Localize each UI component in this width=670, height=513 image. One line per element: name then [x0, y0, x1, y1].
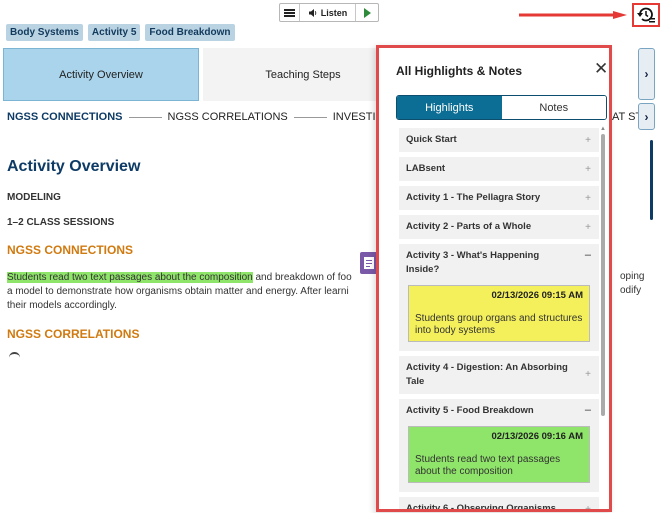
hamburger-icon[interactable] — [280, 4, 300, 21]
highlight-timestamp: 02/13/2026 09:15 AM — [491, 290, 583, 301]
accordion-title: LABsent — [406, 163, 446, 174]
steps-next-button[interactable]: › — [638, 103, 655, 130]
step-ngss-correlations[interactable]: NGSS CORRELATIONS — [168, 111, 288, 123]
close-icon[interactable]: ✕ — [594, 60, 608, 77]
panel-tabs: Highlights Notes — [396, 95, 607, 120]
expand-icon[interactable]: + — [585, 134, 591, 148]
loading-icon — [9, 352, 20, 363]
paragraph-text: their models accordingly. — [7, 300, 117, 311]
overview-paragraph: Students read two text passages about th… — [7, 271, 377, 313]
breadcrumb-item[interactable]: Body Systems — [6, 24, 83, 41]
expand-icon[interactable]: + — [585, 221, 591, 235]
speaker-icon — [308, 8, 316, 17]
highlight-timestamp: 02/13/2026 09:16 AM — [491, 431, 583, 442]
tab-notes[interactable]: Notes — [501, 96, 606, 119]
highlights-notes-panel: All Highlights & Notes ✕ Highlights Note… — [376, 45, 612, 512]
expand-icon[interactable]: + — [585, 503, 591, 509]
accordion-activity-2[interactable]: Activity 2 - Parts of a Whole + — [399, 215, 599, 239]
highlight-text: Students group organs and structures int… — [415, 313, 583, 336]
accordion-title: Activity 5 - Food Breakdown — [406, 405, 534, 416]
accordion-title: Activity 3 - What's Happening Inside? — [406, 250, 540, 275]
accordion-activity-4[interactable]: Activity 4 - Digestion: An Absorbing Tal… — [399, 356, 599, 394]
section-steps: NGSS CONNECTIONS NGSS CORRELATIONS INVES… — [7, 111, 408, 123]
accordion-title: Activity 2 - Parts of a Whole — [406, 221, 532, 232]
modeling-label: MODELING — [7, 192, 61, 203]
accordion-title: Quick Start — [406, 134, 457, 145]
expand-icon[interactable]: + — [585, 192, 591, 206]
ngss-connections-heading: NGSS CONNECTIONS — [7, 243, 134, 257]
play-button[interactable] — [356, 4, 378, 21]
highlight-text: Students read two text passages about th… — [415, 454, 561, 477]
listen-button[interactable]: Listen — [300, 4, 356, 21]
paragraph-text: odify — [620, 285, 642, 296]
tab-label: Activity Overview — [59, 68, 143, 81]
chevron-right-icon: › — [644, 109, 649, 124]
accordion-activity-3[interactable]: Activity 3 - What's Happening Inside? – … — [399, 244, 599, 351]
accordion-title: Activity 6 - Observing Organisms — [406, 503, 556, 512]
step-ngss-connections[interactable]: NGSS CONNECTIONS — [7, 111, 123, 123]
expand-icon[interactable]: + — [585, 368, 591, 382]
highlight-card[interactable]: 02/13/2026 09:16 AM Students read two te… — [408, 426, 590, 483]
scroll-indicator[interactable] — [650, 140, 653, 220]
play-icon — [363, 7, 371, 18]
tab-teaching-steps[interactable]: Teaching Steps — [203, 48, 403, 101]
panel-title: All Highlights & Notes — [396, 64, 522, 78]
breadcrumb: Body Systems Activity 5 Food Breakdown — [6, 24, 235, 41]
accordion-title: Activity 1 - The Pellagra Story — [406, 192, 541, 203]
history-icon — [637, 7, 655, 23]
paragraph-text: oping — [620, 271, 645, 282]
tab-activity-overview[interactable]: Activity Overview — [3, 48, 199, 101]
accordion-activity-6[interactable]: Activity 6 - Observing Organisms + — [399, 497, 599, 512]
sessions-label: 1–2 CLASS SESSIONS — [7, 217, 115, 228]
step-divider — [293, 116, 327, 118]
chevron-right-icon: › — [644, 67, 649, 81]
next-arrow-button[interactable]: › — [638, 48, 655, 100]
accordion-quick-start[interactable]: Quick Start + — [399, 128, 599, 152]
highlights-list: Quick Start + LABsent + Activity 1 - The… — [399, 128, 599, 512]
accordion-title: Activity 4 - Digestion: An Absorbing Tal… — [406, 362, 568, 387]
highlights-history-button[interactable] — [632, 3, 660, 27]
accordion-labsent[interactable]: LABsent + — [399, 157, 599, 181]
highlight-card[interactable]: 02/13/2026 09:15 AM Students group organ… — [408, 285, 590, 342]
tab-highlights[interactable]: Highlights — [397, 96, 502, 119]
step-partial[interactable]: AT STU — [612, 111, 638, 123]
collapse-icon[interactable]: – — [585, 248, 591, 262]
breadcrumb-item[interactable]: Food Breakdown — [145, 24, 235, 41]
panel-scrollbar[interactable] — [601, 134, 605, 416]
scroll-up-icon[interactable]: ▲ — [600, 126, 606, 132]
accordion-activity-5[interactable]: Activity 5 - Food Breakdown – 02/13/2026… — [399, 399, 599, 492]
arrow-annotation — [519, 11, 627, 19]
tab-label: Teaching Steps — [265, 68, 341, 81]
listen-toolbar: Listen — [279, 3, 379, 22]
expand-icon[interactable]: + — [585, 163, 591, 177]
page-title: Activity Overview — [7, 158, 141, 175]
highlighted-text[interactable]: Students read two text passages about th… — [7, 272, 253, 283]
paragraph-text: a model to demonstrate how organisms obt… — [7, 286, 349, 297]
step-divider — [128, 116, 162, 118]
accordion-activity-1[interactable]: Activity 1 - The Pellagra Story + — [399, 186, 599, 210]
collapse-icon[interactable]: – — [585, 403, 591, 417]
ngss-correlations-heading: NGSS CORRELATIONS — [7, 327, 140, 341]
paragraph-text: and breakdown of foo — [252, 272, 352, 283]
breadcrumb-item[interactable]: Activity 5 — [87, 24, 141, 41]
listen-label: Listen — [320, 7, 348, 18]
